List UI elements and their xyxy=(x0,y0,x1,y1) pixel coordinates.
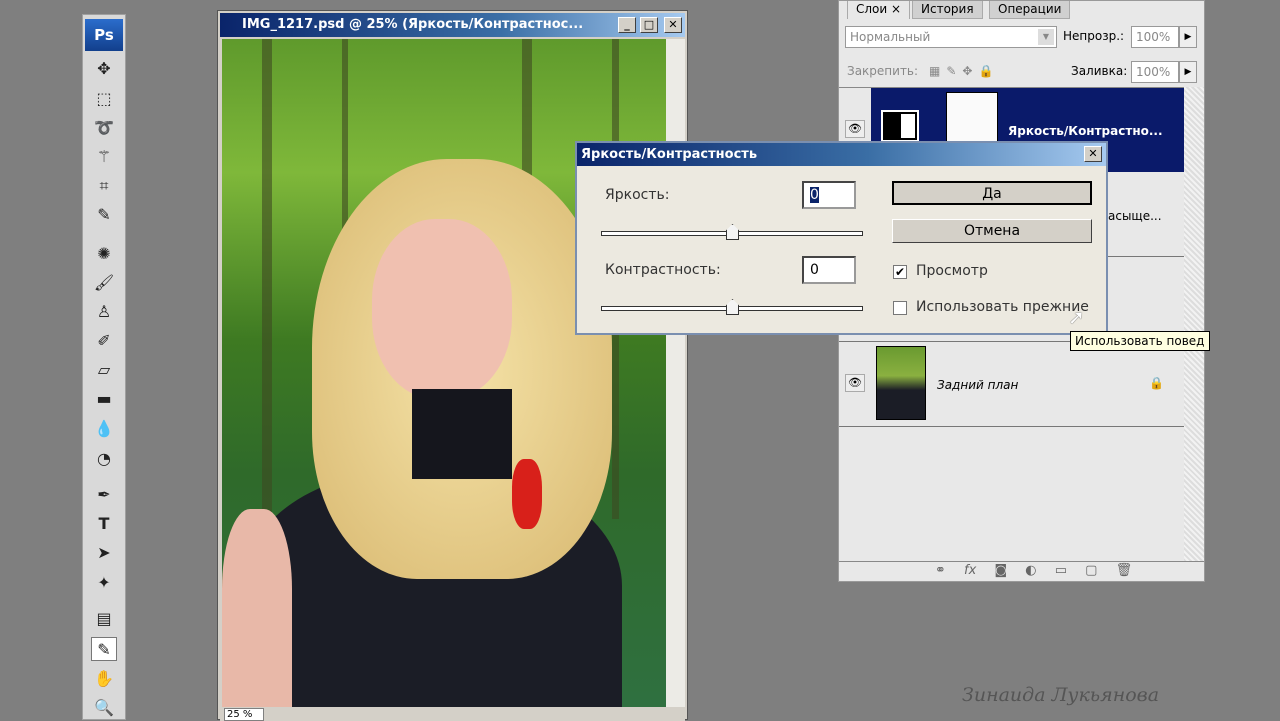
canvas-photo[interactable] xyxy=(222,39,666,707)
adjustment-layer-icon xyxy=(881,110,919,142)
hand-tool-icon[interactable]: ✋ xyxy=(91,667,117,691)
opacity-arrow-button[interactable]: ▶ xyxy=(1179,26,1197,48)
legacy-checkbox[interactable] xyxy=(893,301,907,315)
brightness-slider-thumb[interactable] xyxy=(726,224,739,240)
photoshop-logo: Ps xyxy=(85,19,123,51)
path-select-tool-icon[interactable]: ➤ xyxy=(91,541,117,565)
gradient-tool-icon[interactable]: ▬ xyxy=(91,387,117,411)
document-window: IMG_1217.psd @ 25% (Яркость/Контрастнос.… xyxy=(217,10,688,721)
layers-bottom-toolbar: ⚭ fx ◙ ◐ ▭ ▢ 🗑 xyxy=(839,561,1204,581)
dodge-tool-icon[interactable]: ◔ xyxy=(91,447,117,471)
mask-icon[interactable]: ◙ xyxy=(994,563,1007,578)
magic-wand-tool-icon[interactable]: ⚚ xyxy=(91,145,117,169)
eyedropper-active-tool-icon[interactable]: ✎ xyxy=(91,637,117,661)
layers-scrollbar[interactable] xyxy=(1184,87,1204,561)
notes-tool-icon[interactable]: ▤ xyxy=(91,607,117,631)
preview-checkbox[interactable]: ✔ xyxy=(893,265,907,279)
contrast-slider-thumb[interactable] xyxy=(726,299,739,315)
tooltip: Использовать повед xyxy=(1070,331,1210,351)
layer-name: асыще... xyxy=(1108,209,1162,223)
ok-button[interactable]: Да xyxy=(892,181,1092,205)
layer-thumbnail xyxy=(876,346,926,420)
status-bar: 25 % xyxy=(220,707,685,721)
preview-label: Просмотр xyxy=(916,263,988,279)
type-tool-icon[interactable]: T xyxy=(91,512,117,536)
stamp-tool-icon[interactable]: ♙ xyxy=(91,300,117,324)
minimize-button[interactable]: _ xyxy=(618,17,636,33)
brush-tool-icon[interactable]: 🖌 xyxy=(91,271,117,295)
document-title: IMG_1217.psd @ 25% (Яркость/Контрастнос.… xyxy=(242,17,584,32)
fill-label: Заливка: xyxy=(1071,64,1128,78)
layer-mask-thumbnail xyxy=(946,92,998,148)
close-button[interactable]: ✕ xyxy=(664,17,682,33)
vertical-scrollbar[interactable] xyxy=(666,39,685,707)
brightness-input[interactable]: 0 xyxy=(802,181,856,209)
tab-layers[interactable]: Слои × xyxy=(847,1,911,19)
eraser-tool-icon[interactable]: ▱ xyxy=(91,358,117,382)
adjustment-icon[interactable]: ◐ xyxy=(1025,563,1036,578)
healing-tool-icon[interactable]: ✺ xyxy=(91,242,117,266)
brightness-slider[interactable] xyxy=(601,224,863,240)
fx-icon[interactable]: fx xyxy=(964,563,976,578)
link-icon[interactable]: ⚭ xyxy=(935,563,946,578)
blend-mode-select[interactable]: Нормальный ▼ xyxy=(845,26,1057,48)
eye-icon[interactable]: 👁 xyxy=(845,120,865,138)
legacy-label: Использовать прежние xyxy=(916,299,1089,315)
lock-label: Закрепить: xyxy=(847,64,919,78)
contrast-input[interactable]: 0 xyxy=(802,256,856,284)
mouse-cursor-icon: ➚ xyxy=(1068,305,1085,329)
eye-icon[interactable]: 👁 xyxy=(845,374,865,392)
dialog-title: Яркость/Контрастность xyxy=(581,147,758,162)
contrast-slider[interactable] xyxy=(601,299,863,315)
history-brush-tool-icon[interactable]: ✐ xyxy=(91,329,117,353)
contrast-label: Контрастность: xyxy=(605,262,721,278)
lasso-tool-icon[interactable]: ➰ xyxy=(91,116,117,140)
dialog-close-button[interactable]: ✕ xyxy=(1084,146,1102,162)
eyedropper-tool-icon[interactable]: ✎ xyxy=(91,203,117,227)
zoom-level-field[interactable]: 25 % xyxy=(224,708,264,721)
cancel-button[interactable]: Отмена xyxy=(892,219,1092,243)
brightness-contrast-dialog: Яркость/Контрастность ✕ Яркость: 0 Контр… xyxy=(575,141,1108,335)
marquee-tool-icon[interactable]: ⬚ xyxy=(91,87,117,111)
lock-icons[interactable]: ▦✎✥🔒 xyxy=(929,61,999,81)
new-layer-icon[interactable]: ▢ xyxy=(1085,563,1097,578)
zoom-tool-icon[interactable]: 🔍 xyxy=(91,696,117,720)
tools-panel: Ps ✥ ⬚ ➰ ⚚ ⌗ ✎ ✺ 🖌 ♙ ✐ ▱ ▬ 💧 ◔ ✒ T ➤ ✦ ▤… xyxy=(82,14,126,720)
fill-arrow-button[interactable]: ▶ xyxy=(1179,61,1197,83)
document-title-bar[interactable]: IMG_1217.psd @ 25% (Яркость/Контрастнос.… xyxy=(220,13,685,37)
tab-history[interactable]: История xyxy=(912,1,983,19)
shape-tool-icon[interactable]: ✦ xyxy=(91,571,117,595)
crop-tool-icon[interactable]: ⌗ xyxy=(91,174,117,198)
fill-field[interactable]: 100% xyxy=(1131,61,1179,83)
maximize-button[interactable]: □ xyxy=(640,17,658,33)
opacity-label: Непрозр.: xyxy=(1063,29,1125,43)
lock-icon: 🔒 xyxy=(1149,376,1164,390)
brightness-label: Яркость: xyxy=(605,187,670,203)
pen-tool-icon[interactable]: ✒ xyxy=(91,483,117,507)
move-tool-icon[interactable]: ✥ xyxy=(91,57,117,81)
folder-icon[interactable]: ▭ xyxy=(1055,563,1067,578)
tab-actions[interactable]: Операции xyxy=(989,1,1071,19)
layer-row-background[interactable]: 👁 Задний план 🔒 xyxy=(839,342,1184,427)
trash-icon[interactable]: 🗑 xyxy=(1116,563,1133,578)
layer-name: Задний план xyxy=(937,378,1019,392)
watermark: Зинаида Лукьянова xyxy=(962,684,1160,706)
opacity-field[interactable]: 100% xyxy=(1131,26,1179,48)
dialog-title-bar[interactable]: Яркость/Контрастность ✕ xyxy=(577,143,1106,166)
layer-name: Яркость/Контрастно... xyxy=(1008,124,1163,138)
blur-tool-icon[interactable]: 💧 xyxy=(91,417,117,441)
